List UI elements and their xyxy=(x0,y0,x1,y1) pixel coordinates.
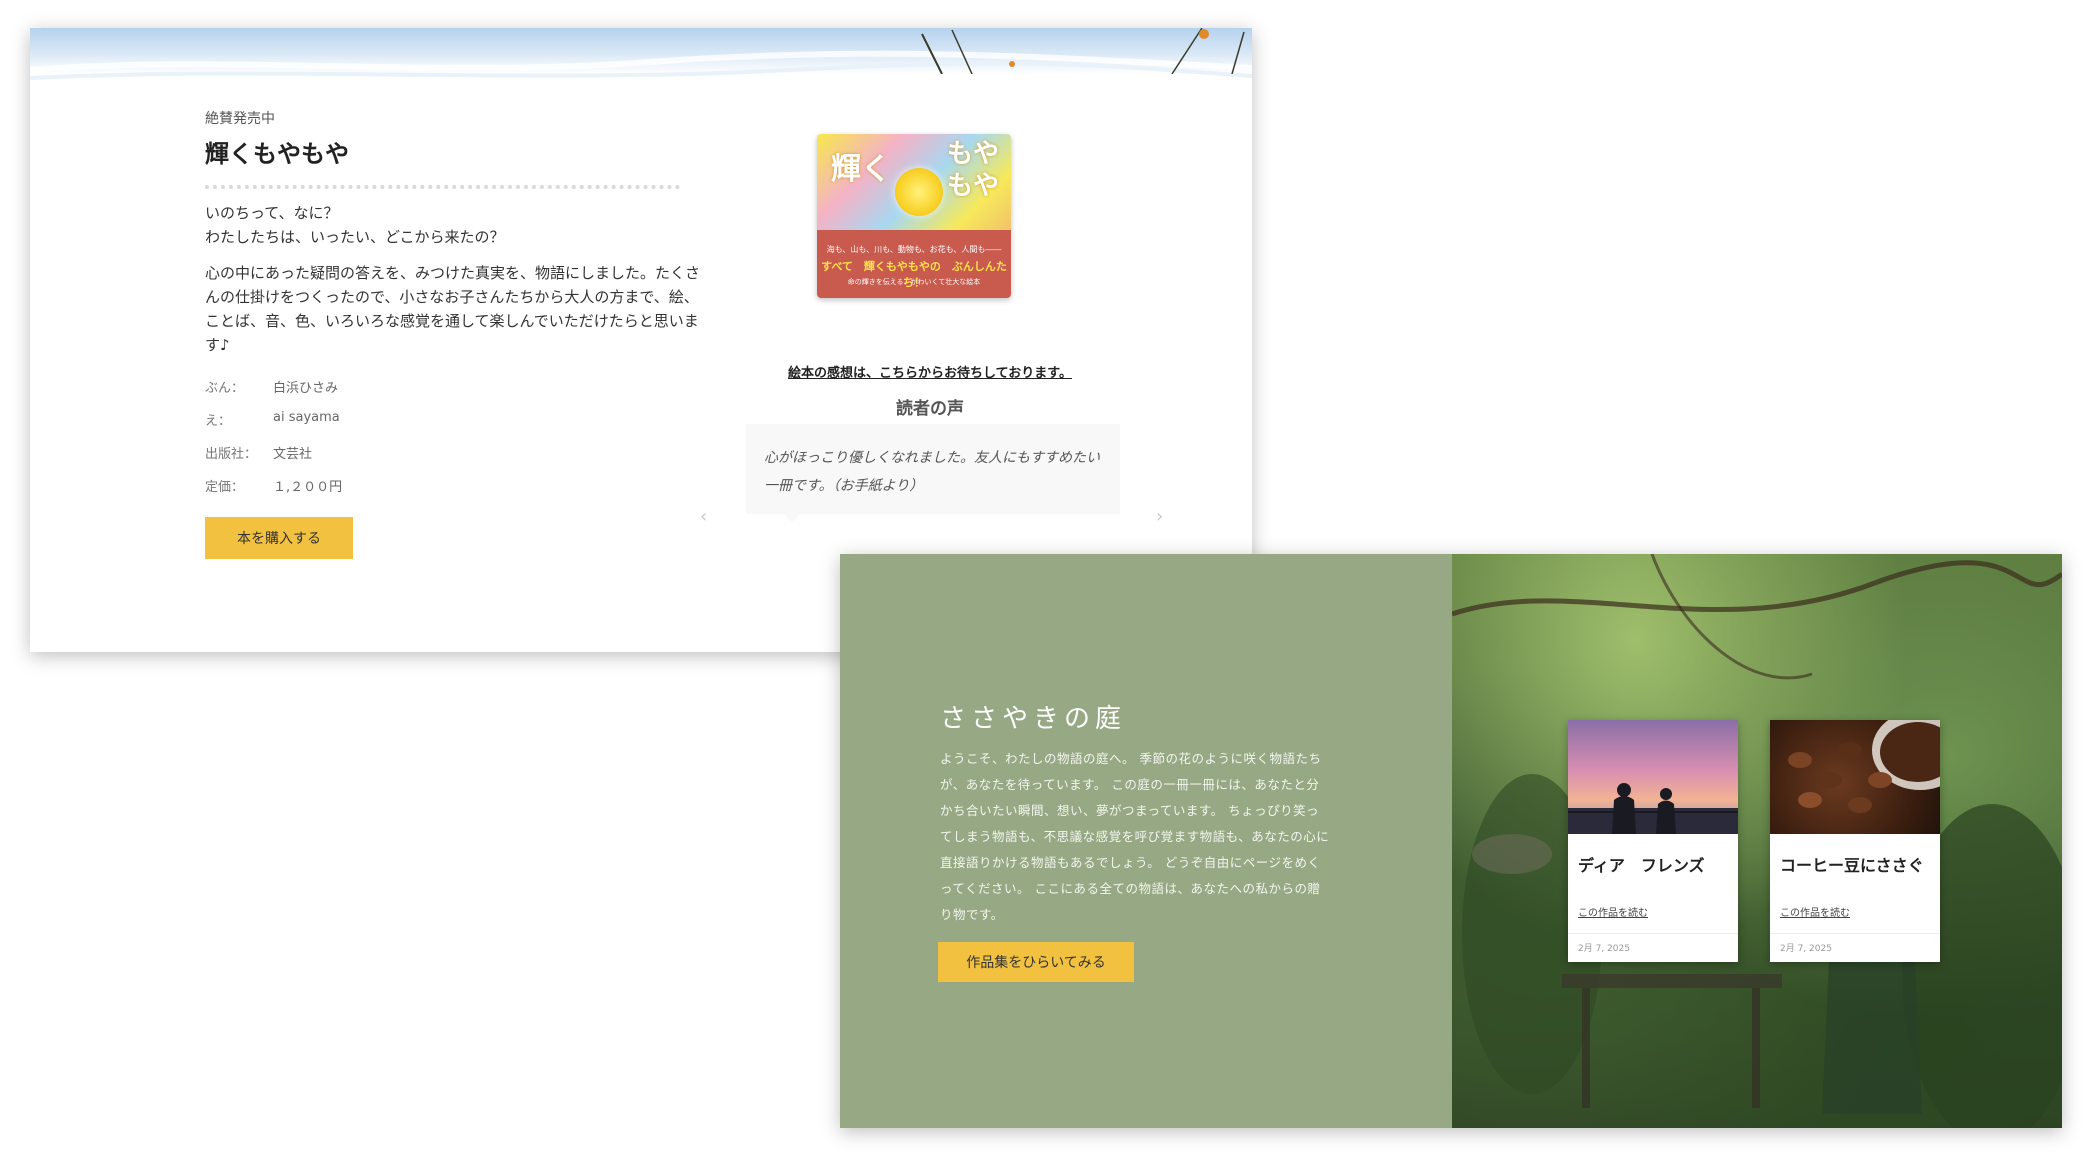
silhouette-image xyxy=(1568,783,1738,834)
card-thumbnail xyxy=(1568,720,1738,834)
book-title: 輝くもやもや xyxy=(205,140,349,168)
detail-row-author: ぶん： 白浜ひさみ xyxy=(205,377,705,410)
book-info-column: 絶賛発売中 輝くもやもや いのちって、なに？ わたしたちは、いったい、どこから来… xyxy=(205,108,705,509)
garden-intro-panel: ささやきの庭 ようこそ、わたしの物語の庭へ。 季節の花のように咲く物語たちが、あ… xyxy=(840,554,1452,1128)
cover-title-right: もや もや xyxy=(947,139,1000,201)
garden-page-window: ささやきの庭 ようこそ、わたしの物語の庭へ。 季節の花のように咲く物語たちが、あ… xyxy=(840,554,2062,1128)
card-divider xyxy=(1568,933,1738,934)
detail-label: 定価： xyxy=(205,480,245,495)
on-sale-kicker: 絶賛発売中 xyxy=(205,111,275,127)
cover-title-left: 輝く xyxy=(831,152,891,187)
read-work-link[interactable]: この作品を読む xyxy=(1780,904,1940,919)
book-cover-image[interactable]: 輝く もや もや 海も、山も、川も、動物も、お花も、人間も―― すべて 輝くもや… xyxy=(817,134,1011,298)
cover-subline: 命の輝きを伝える、かわいくて壮大な絵本 xyxy=(847,278,981,286)
work-card[interactable]: コーヒー豆にささぐ この作品を読む 2月 7, 2025 xyxy=(1770,720,1940,962)
chevron-right-icon[interactable]: › xyxy=(1156,506,1163,527)
chevron-left-icon[interactable]: ‹ xyxy=(700,506,707,527)
cover-tagline: 海も、山も、川も、動物も、お花も、人間も―― xyxy=(826,245,1002,254)
garden-welcome-text: ようこそ、わたしの物語の庭へ。 季節の花のように咲く物語たちが、あなたを待ってい… xyxy=(940,751,1330,922)
book-intro: いのちって、なに？ わたしたちは、いったい、どこから来たの？ xyxy=(205,204,505,246)
card-date: 2月 7, 2025 xyxy=(1578,944,1630,954)
work-card[interactable]: ディア フレンズ この作品を読む 2月 7, 2025 xyxy=(1568,720,1738,962)
book-description: 心の中にあった疑問の答えを、みつけた真実を、物語にしました。たくさんの仕掛けをつ… xyxy=(205,264,701,354)
testimonial-quote: 心がほっこり優しくなれました。友人にもすすめたい一冊です。（お手紙より） xyxy=(746,424,1120,514)
detail-value: １,２００円 xyxy=(273,480,343,495)
feedback-link[interactable]: 絵本の感想は、こちらからお待ちしております。 xyxy=(780,362,1080,381)
flower-icon xyxy=(895,168,943,216)
book-details: ぶん： 白浜ひさみ え： ai sayama 出版社： 文芸社 定価： １,２０… xyxy=(205,377,705,509)
dotted-divider xyxy=(205,185,680,189)
card-title: コーヒー豆にささぐ xyxy=(1780,856,1924,875)
detail-value: ai sayama xyxy=(273,410,340,425)
quote-bubble-tail xyxy=(782,512,802,522)
card-title: ディア フレンズ xyxy=(1578,856,1705,875)
detail-value: 白浜ひさみ xyxy=(273,381,339,396)
detail-value: 文芸社 xyxy=(273,447,313,462)
detail-label: 出版社： xyxy=(205,447,258,462)
detail-row-price: 定価： １,２００円 xyxy=(205,476,705,509)
garden-title: ささやきの庭 xyxy=(940,704,1127,734)
coffee-beans-image xyxy=(1788,720,1940,813)
card-date: 2月 7, 2025 xyxy=(1780,944,1832,954)
garden-background-photo: ディア フレンズ この作品を読む 2月 7, 2025 コーヒー豆にささぐ この… xyxy=(1452,554,2062,1128)
reader-voices-heading: 読者の声 xyxy=(896,399,964,419)
read-work-link[interactable]: この作品を読む xyxy=(1578,904,1738,919)
detail-row-illustrator: え： ai sayama xyxy=(205,410,705,443)
branch-decoration xyxy=(921,28,1245,74)
garden-scenery xyxy=(1452,554,2062,1128)
card-thumbnail xyxy=(1770,720,1940,834)
open-collection-button[interactable]: 作品集をひらいてみる xyxy=(938,942,1134,982)
buy-book-button[interactable]: 本を購入する xyxy=(205,517,353,559)
card-divider xyxy=(1770,933,1940,934)
detail-label: え： xyxy=(205,414,232,429)
detail-label: ぶん： xyxy=(205,381,245,396)
detail-row-publisher: 出版社： 文芸社 xyxy=(205,443,705,476)
